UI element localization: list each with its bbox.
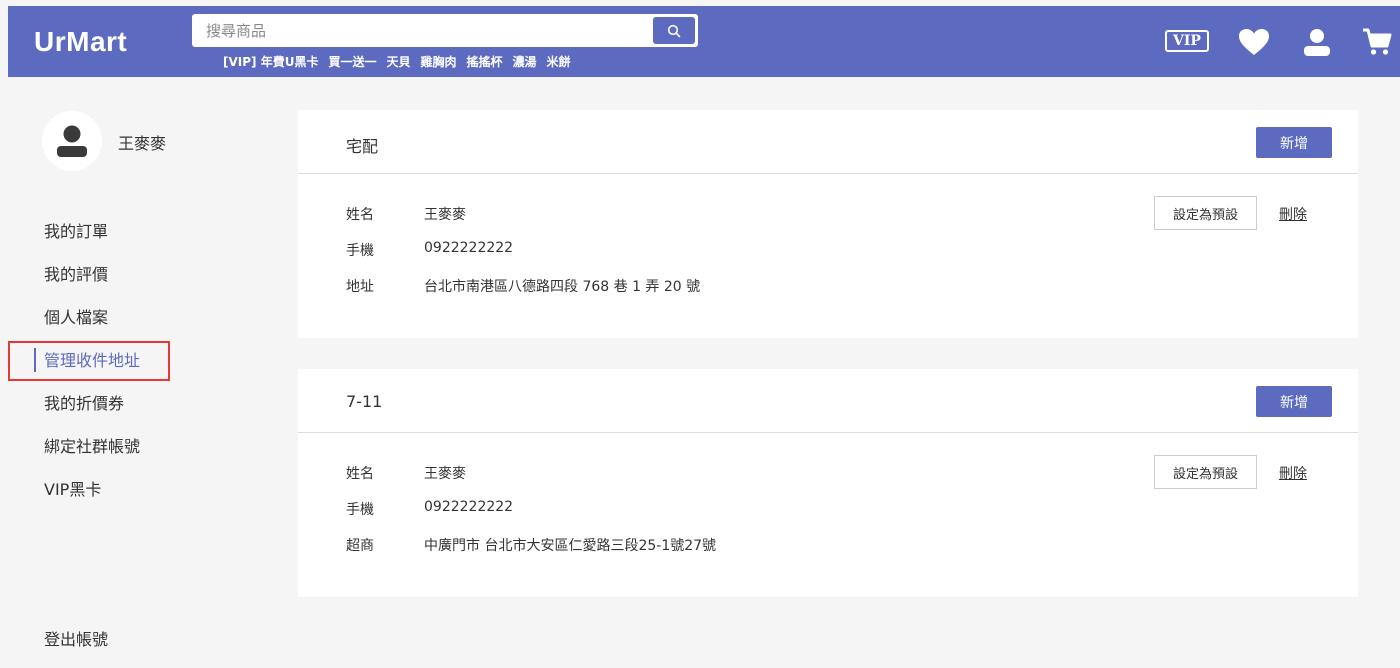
search-bar [192, 14, 698, 47]
field-value: 0922222222 [424, 240, 514, 256]
search-icon [667, 24, 681, 37]
sidebar-item-profile[interactable]: 個人檔案 [34, 301, 174, 344]
field-value: 王麥麥 [424, 207, 466, 223]
field-label: 手機 [346, 243, 374, 259]
wishlist-button[interactable] [1237, 26, 1271, 58]
field-row: 姓名 王麥麥 [346, 463, 716, 499]
sidebar-item-addresses[interactable]: 管理收件地址 [8, 341, 174, 387]
sidebar-nav: 我的訂單 我的評價 個人檔案 管理收件地址 我的折價券 綁定社群帳號 VIP黑卡 [8, 215, 174, 516]
field-row: 手機 0922222222 [346, 240, 700, 276]
field-label: 手機 [346, 502, 374, 518]
add-address-button[interactable]: 新增 [1256, 127, 1332, 158]
hot-keyword-link[interactable]: 搖搖杯 [467, 53, 503, 70]
sidebar-item-social-binding[interactable]: 綁定社群帳號 [34, 430, 174, 473]
field-value: 0922222222 [424, 499, 514, 515]
field-label: 地址 [346, 279, 374, 295]
address-card-711: 7-11 新增 姓名 王麥麥 手機 0922222222 超商 中廣門市 台北市… [298, 369, 1358, 597]
cart-button[interactable] [1360, 26, 1394, 58]
hot-keyword-link[interactable]: 買一送一 [328, 53, 376, 70]
sidebar-item-coupons[interactable]: 我的折價券 [34, 387, 174, 430]
hot-keyword-link[interactable]: 濃湯 [513, 53, 537, 70]
field-value: 王麥麥 [424, 466, 466, 482]
user-name: 王麥麥 [118, 134, 167, 153]
delete-link[interactable]: 刪除 [1279, 463, 1307, 483]
set-default-button[interactable]: 設定為預設 [1154, 455, 1257, 489]
set-default-button[interactable]: 設定為預設 [1154, 196, 1257, 230]
heart-icon [1239, 29, 1269, 55]
field-row: 超商 中廣門市 台北市大安區仁愛路三段25-1號27號 [346, 535, 716, 571]
field-row: 地址 台北市南港區八德路四段 768 巷 1 弄 20 號 [346, 276, 700, 312]
search-button[interactable] [653, 17, 695, 44]
sidebar-item-orders[interactable]: 我的訂單 [34, 215, 174, 258]
hot-keyword-link[interactable]: 米餅 [547, 53, 571, 70]
search-input[interactable] [192, 14, 644, 47]
card-header: 宅配 新增 [298, 110, 1358, 174]
add-address-button[interactable]: 新增 [1256, 386, 1332, 417]
cart-icon [1363, 28, 1392, 55]
sidebar-item-vip-card[interactable]: VIP黑卡 [34, 473, 174, 516]
hot-keyword-link[interactable]: 天貝 [386, 53, 410, 70]
user-icon [57, 125, 87, 157]
vip-button[interactable]: VIP [1165, 30, 1209, 52]
field-row: 姓名 王麥麥 [346, 204, 700, 240]
card-title: 宅配 [346, 137, 379, 156]
field-row: 手機 0922222222 [346, 499, 716, 535]
top-header: UrMart [VIP] 年費U黑卡 買一送一 天貝 雞胸肉 搖搖杯 濃湯 米餅… [8, 6, 1400, 77]
address-card-delivery: 宅配 新增 姓名 王麥麥 手機 0922222222 地址 台北市南港區八德路四… [298, 110, 1358, 338]
urmart-logo[interactable]: UrMart [34, 26, 127, 58]
address-fields: 姓名 王麥麥 手機 0922222222 地址 台北市南港區八德路四段 768 … [346, 204, 700, 312]
sidebar-item-reviews[interactable]: 我的評價 [34, 258, 174, 301]
delete-link[interactable]: 刪除 [1279, 204, 1307, 224]
account-button[interactable] [1300, 26, 1334, 58]
card-title: 7-11 [346, 392, 383, 411]
field-value: 中廣門市 台北市大安區仁愛路三段25-1號27號 [424, 538, 717, 554]
field-label: 姓名 [346, 207, 374, 223]
hot-keyword-link[interactable]: [VIP] 年費U黑卡 [223, 53, 318, 70]
field-label: 超商 [346, 538, 374, 554]
field-label: 姓名 [346, 466, 374, 482]
hot-keywords: [VIP] 年費U黑卡 買一送一 天貝 雞胸肉 搖搖杯 濃湯 米餅 [223, 53, 571, 70]
avatar [42, 111, 102, 171]
address-fields: 姓名 王麥麥 手機 0922222222 超商 中廣門市 台北市大安區仁愛路三段… [346, 463, 716, 571]
logout-link[interactable]: 登出帳號 [44, 626, 108, 650]
field-value: 台北市南港區八德路四段 768 巷 1 弄 20 號 [424, 279, 701, 295]
hot-keyword-link[interactable]: 雞胸肉 [420, 53, 456, 70]
user-icon [1304, 29, 1330, 56]
card-header: 7-11 新增 [298, 369, 1358, 433]
